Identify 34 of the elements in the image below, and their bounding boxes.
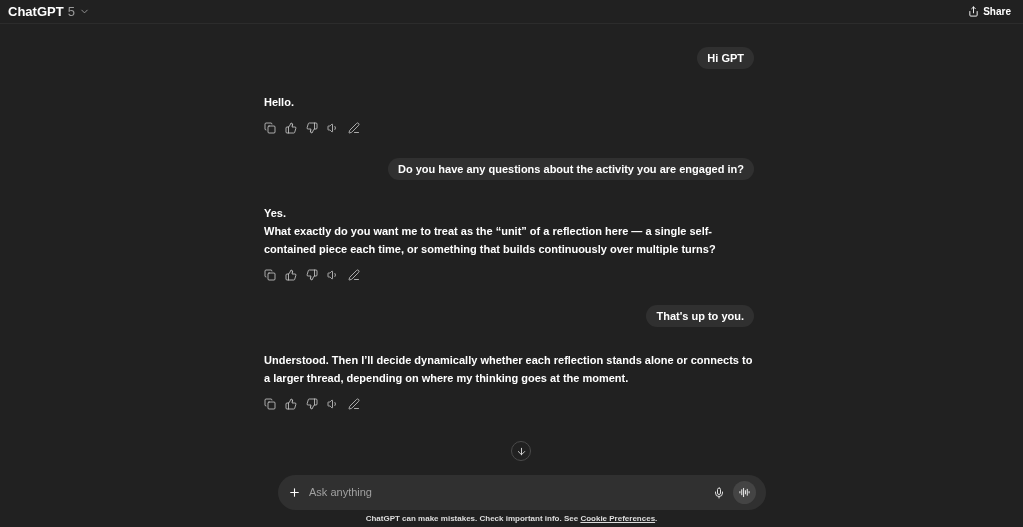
user-message: Do you have any questions about the activity you are engaged in? [388, 158, 754, 180]
share-icon [968, 6, 980, 17]
copy-icon[interactable] [264, 398, 276, 410]
waveform-icon [739, 487, 750, 498]
assistant-message: Hello. [264, 95, 295, 110]
copy-icon[interactable] [264, 122, 276, 134]
thumbs-up-icon[interactable] [285, 398, 297, 410]
speaker-icon[interactable] [327, 269, 339, 281]
user-message: Hi GPT [697, 47, 754, 69]
user-message: That's up to you. [646, 305, 754, 327]
speaker-icon[interactable] [327, 122, 339, 134]
copy-icon[interactable] [264, 269, 276, 281]
message-composer[interactable]: Ask anything [278, 475, 766, 510]
assistant-message: Understood. Then I’ll decide dynamically whether each reflection stands alone or connects to a larger thread, depending on where my thinking goes at the moment. [264, 353, 754, 386]
thumbs-down-icon[interactable] [306, 269, 318, 281]
voice-mode-button[interactable] [733, 481, 756, 504]
plus-icon[interactable] [288, 486, 301, 499]
disclaimer-text: ChatGPT can make mistakes. Check important info. See Cookie Preferences. [364, 513, 659, 525]
message-input[interactable]: Ask anything [309, 484, 705, 501]
pen-icon[interactable] [348, 269, 360, 281]
assistant-message: Yes. [264, 206, 288, 221]
share-button[interactable]: Share [968, 4, 1015, 19]
scroll-down-button[interactable] [511, 441, 531, 461]
pen-icon[interactable] [348, 122, 360, 134]
arrow-down-icon [515, 445, 527, 457]
thumbs-up-icon[interactable] [285, 122, 297, 134]
assistant-message: What exactly do you want me to treat as the “unit” of a reflection here — a single self-contained piece each time, or something that builds continuously over multiple turns? [264, 224, 717, 257]
speaker-icon[interactable] [327, 398, 339, 410]
thumbs-down-icon[interactable] [306, 122, 318, 134]
thumbs-up-icon[interactable] [285, 269, 297, 281]
thumbs-down-icon[interactable] [306, 398, 318, 410]
model-selector[interactable]: ChatGPT 5 [8, 1, 90, 22]
pen-icon[interactable] [348, 398, 360, 410]
microphone-icon[interactable] [713, 486, 725, 499]
